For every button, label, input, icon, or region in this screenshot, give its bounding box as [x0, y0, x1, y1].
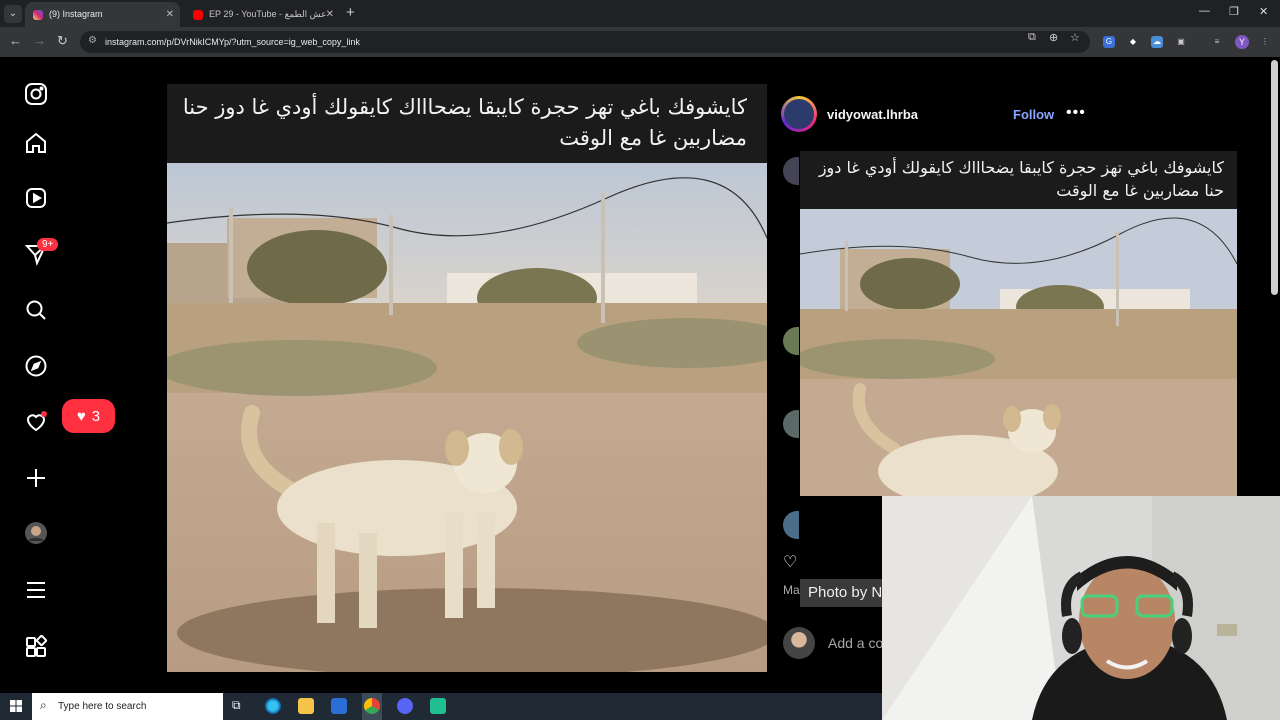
likes-notification-pill[interactable]: ♥ 3: [62, 399, 115, 433]
url-text: instagram.com/p/DVrNikICMYp/?utm_source=…: [105, 37, 360, 47]
new-tab-icon[interactable]: +: [346, 4, 355, 21]
youtube-favicon-icon: [193, 10, 203, 20]
browser-toolbar: ← → ↻ ⚙ instagram.com/p/DVrNikICMYp/?utm…: [0, 27, 1280, 57]
app-icon[interactable]: [430, 698, 446, 714]
translate-extension-icon[interactable]: G: [1103, 36, 1115, 48]
tab-label: EP 29 - YouTube - عش الطمع: [209, 9, 327, 19]
add-comment-input[interactable]: Add a co: [828, 635, 883, 651]
taskbar-search-box[interactable]: ⌕ Type here to search: [32, 693, 223, 720]
windows-taskbar: ⌕ Type here to search ⧉: [0, 693, 882, 720]
reels-icon[interactable]: [24, 186, 48, 210]
post-photo-dog[interactable]: [167, 163, 767, 672]
like-heart-icon[interactable]: ♡: [783, 552, 797, 572]
close-tab-icon[interactable]: ✕: [166, 2, 174, 27]
browser-tab-bar: ⌄ (9) Instagram ✕ EP 29 - YouTube - عش ا…: [0, 0, 1280, 27]
home-icon[interactable]: [24, 131, 48, 155]
site-info-icon[interactable]: ⚙: [88, 35, 97, 46]
heart-icon: ♥: [76, 407, 86, 425]
also-from-meta-icon[interactable]: [24, 635, 48, 659]
close-tab-icon[interactable]: ✕: [326, 2, 334, 27]
edge-browser-icon[interactable]: [265, 698, 281, 714]
tab-search-button[interactable]: ⌄: [4, 5, 22, 23]
photo-by-tooltip: Photo by N: [800, 579, 890, 607]
likes-summary-text: Ma: [783, 583, 800, 597]
likes-count: 3: [91, 407, 101, 425]
browser-menu-icon[interactable]: ⋮: [1259, 36, 1271, 48]
reading-list-icon[interactable]: ≡: [1211, 36, 1223, 48]
windows-start-icon[interactable]: [10, 700, 22, 712]
current-user-avatar: [783, 627, 815, 659]
zoom-icon[interactable]: ⊕: [1049, 31, 1058, 44]
profile-avatar[interactable]: Y: [1235, 35, 1249, 49]
file-explorer-icon[interactable]: [298, 698, 314, 714]
profile-avatar-icon[interactable]: [24, 521, 48, 545]
back-icon[interactable]: ←: [9, 33, 22, 48]
tab-youtube[interactable]: EP 29 - YouTube - عش الطمع ✕: [185, 2, 340, 27]
popup-photo-dog: [800, 209, 1237, 496]
create-plus-icon[interactable]: [24, 466, 48, 490]
popup-caption: كايشوفك باغي تهز حجرة كايبقا يضحاااك كاي…: [818, 158, 1224, 200]
taskbar-search-placeholder: Type here to search: [58, 701, 147, 712]
close-window-icon[interactable]: ✕: [1259, 5, 1268, 18]
page-scrollbar[interactable]: [1271, 60, 1278, 295]
search-icon: ⌕: [40, 698, 47, 712]
store-icon[interactable]: [331, 698, 347, 714]
reload-icon[interactable]: ↻: [57, 33, 68, 49]
install-icon[interactable]: ⧉: [1028, 31, 1036, 44]
search-icon[interactable]: [24, 298, 48, 322]
instagram-logo-icon[interactable]: [24, 82, 48, 106]
post-caption-overlay: كايشوفك باغي تهز حجرة كايبقا يضحاااك كاي…: [182, 95, 747, 150]
more-menu-icon[interactable]: [24, 578, 48, 602]
cloud-extension-icon[interactable]: ☁: [1151, 36, 1163, 48]
task-view-icon[interactable]: ⧉: [232, 698, 248, 714]
restore-icon[interactable]: ❐: [1229, 5, 1239, 18]
instagram-favicon-icon: [33, 10, 43, 20]
author-username[interactable]: vidyowat.lhrba: [827, 107, 918, 122]
address-bar[interactable]: ⚙ instagram.com/p/DVrNikICMYp/?utm_sourc…: [80, 31, 1090, 53]
bookmark-star-icon[interactable]: ☆: [1070, 31, 1080, 44]
discord-icon[interactable]: [397, 698, 413, 714]
minimize-icon[interactable]: —: [1199, 5, 1210, 17]
more-options-icon[interactable]: •••: [1066, 104, 1086, 122]
tab-instagram[interactable]: (9) Instagram ✕: [25, 2, 180, 27]
diamond-extension-icon[interactable]: ◆: [1127, 36, 1139, 48]
chrome-browser-icon[interactable]: [364, 698, 380, 714]
notifications-heart-icon[interactable]: [24, 410, 48, 434]
webcam-overlay: [882, 496, 1280, 720]
author-avatar[interactable]: [781, 96, 817, 132]
extensions-puzzle-icon[interactable]: ▣: [1175, 36, 1187, 48]
explore-compass-icon[interactable]: [24, 354, 48, 378]
forward-icon[interactable]: →: [33, 33, 46, 48]
tab-label: (9) Instagram: [49, 9, 103, 19]
messages-badge: 9+: [37, 238, 59, 251]
follow-button[interactable]: Follow: [1013, 107, 1054, 122]
